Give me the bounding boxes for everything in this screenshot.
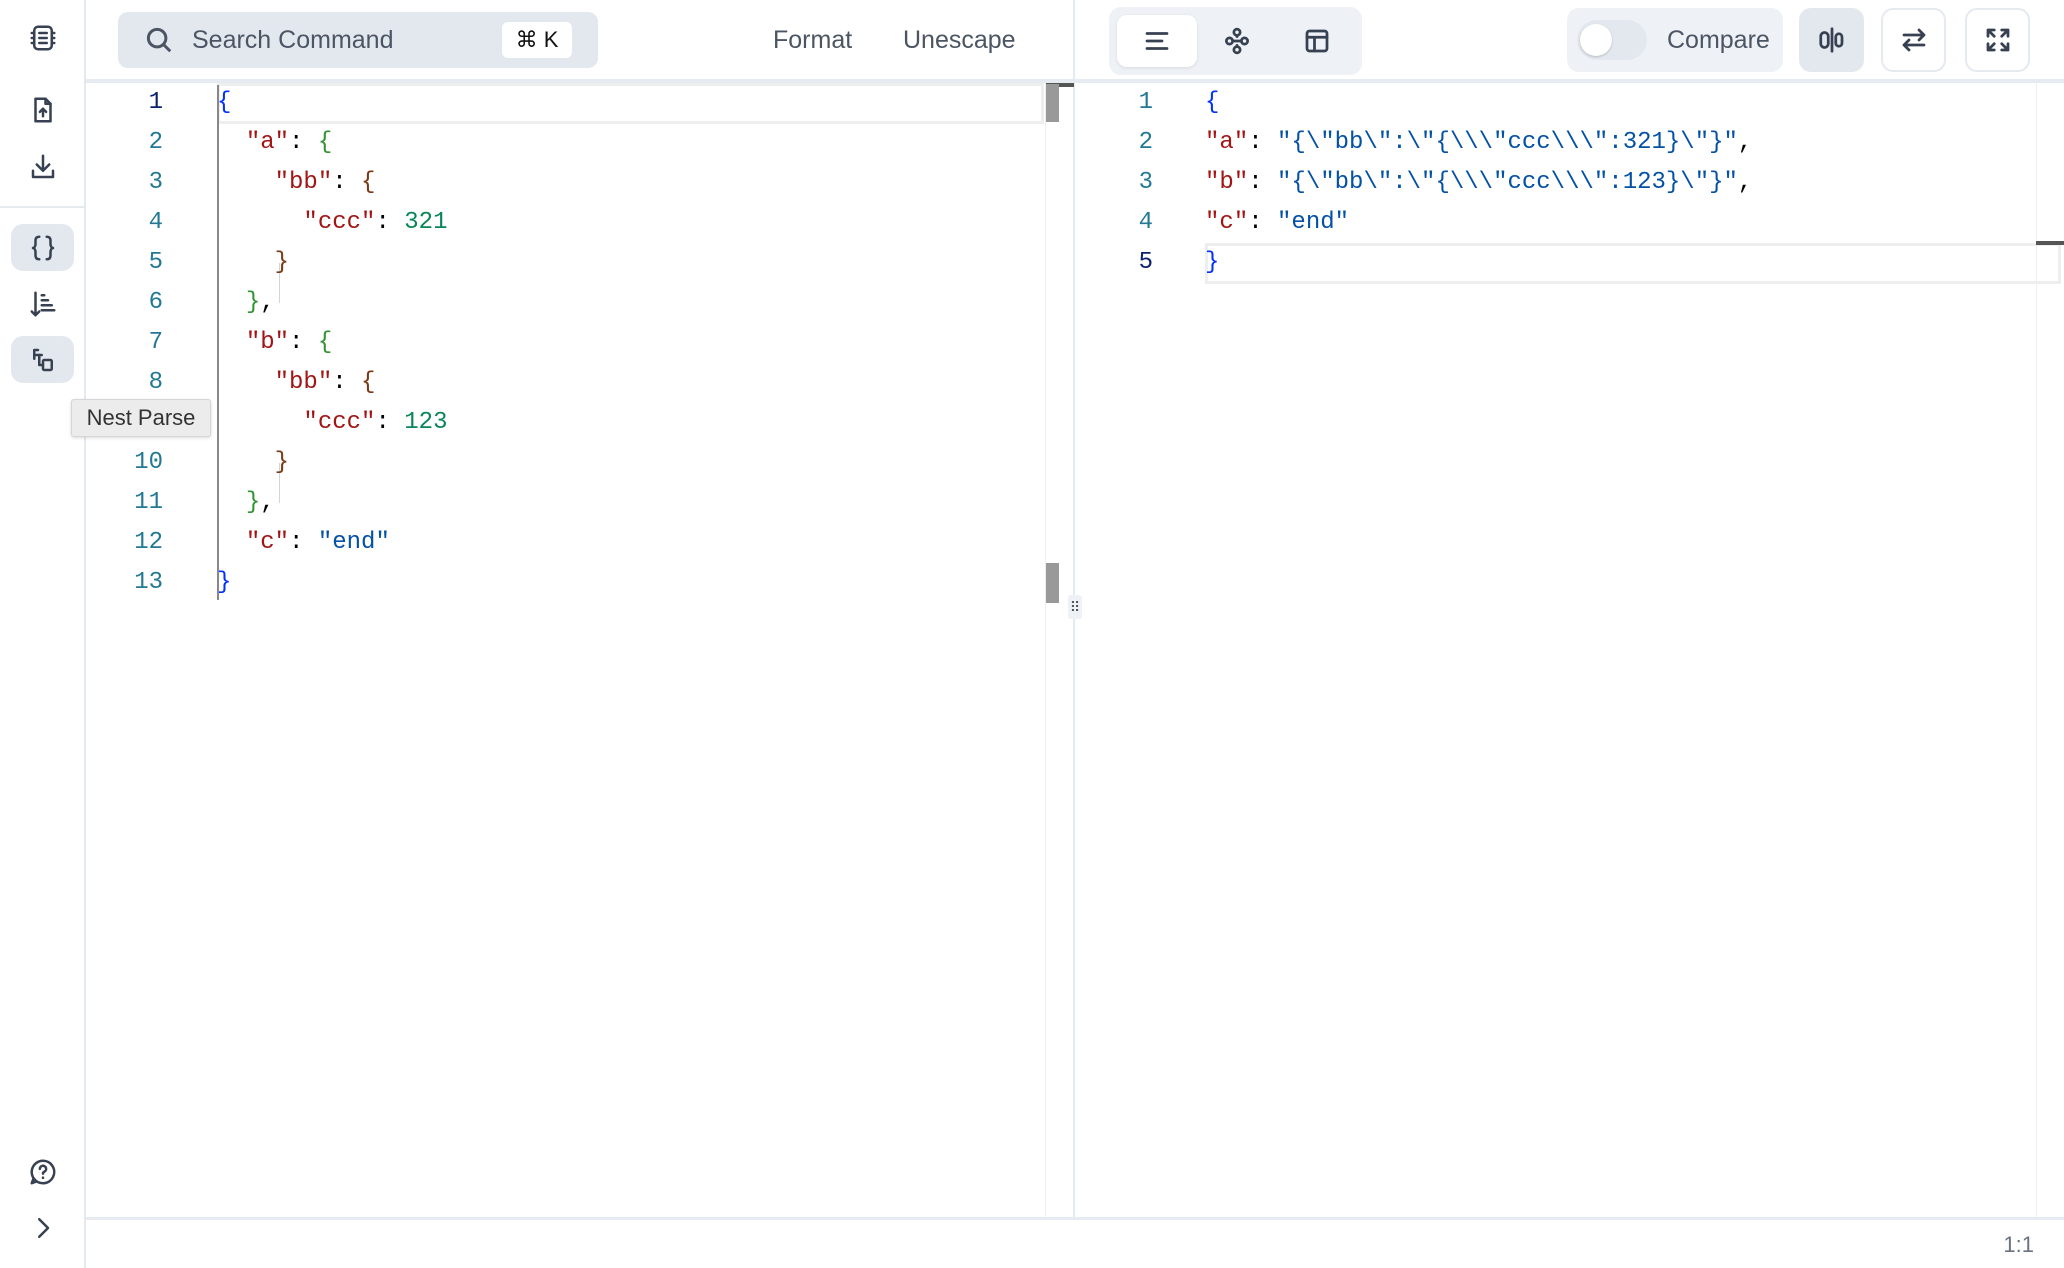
fullscreen-button[interactable]: [1965, 8, 2030, 72]
code-line: }: [274, 449, 290, 476]
line-number: 3: [148, 169, 163, 196]
code-line: {: [1205, 89, 1220, 116]
code-line: "c": "end": [1205, 209, 1350, 236]
right-editor[interactable]: 1 2 3 4 5 { "a": "{\"bb\":\"{\\\"ccc\\\":321…: [1075, 83, 2035, 1217]
code-line: "a": "{\"bb\":\"{\\\"ccc\\\":321}\"}",: [1205, 129, 1753, 156]
code-line: "c": "end": [245, 529, 390, 556]
current-line-highlight: [217, 83, 1044, 124]
shortcut-badge: ⌘ K: [502, 22, 572, 58]
expand-sidebar-button[interactable]: [11, 1204, 74, 1251]
left-editor[interactable]: 12345678910111213 { "a": { "bb": { "ccc"…: [86, 83, 1073, 1217]
code-line: "ccc": 123: [303, 409, 448, 436]
line-number: 5: [148, 249, 163, 276]
graph-view-icon: [1225, 27, 1249, 55]
graph-view-tab[interactable]: [1197, 15, 1277, 67]
chevron-right-icon: [37, 1217, 49, 1238]
code-line: "b": "{\"bb\":\"{\\\"ccc\\\":123}\"}",: [1205, 169, 1753, 196]
line-number: 12: [134, 529, 163, 556]
split-view-button[interactable]: [1799, 8, 1864, 72]
download-icon: [31, 154, 54, 178]
line-number: 8: [148, 369, 163, 396]
compare-toggle[interactable]: Compare: [1567, 8, 1783, 72]
nest-parse-button[interactable]: [11, 336, 74, 383]
sidebar: [0, 0, 86, 1268]
code-line: "bb": {: [274, 369, 376, 396]
text-view-icon: [1145, 32, 1169, 50]
line-number: 7: [148, 329, 163, 356]
line-number: 1: [148, 89, 163, 116]
line-number: 13: [134, 569, 163, 596]
line-number: 3: [1138, 169, 1153, 196]
line-number: 4: [1138, 209, 1153, 236]
split-view-icon: [1818, 27, 1843, 53]
sort-icon: [30, 291, 55, 316]
code-line: "ccc": 321: [303, 209, 448, 236]
code-line: },: [245, 489, 275, 516]
search-placeholder: Search Command: [192, 25, 394, 54]
status-bar: 1:1: [86, 1217, 2064, 1268]
line-number: 6: [148, 289, 163, 316]
left-scrollbar-thumb[interactable]: [1046, 84, 1059, 122]
nest-parse-icon: [32, 348, 53, 371]
sidebar-divider: [0, 206, 86, 208]
code-line: }: [217, 569, 232, 596]
file-upload-icon: [33, 97, 52, 122]
cursor-position: 1:1: [2003, 1232, 2034, 1257]
table-view-icon: [1305, 29, 1329, 53]
unescape-button[interactable]: Unescape: [903, 26, 1016, 55]
left-scrollbar-marker: [1046, 563, 1059, 603]
search-icon: [146, 27, 172, 53]
app-logo[interactable]: [11, 14, 74, 61]
table-view-tab[interactable]: [1277, 15, 1357, 67]
import-file-button[interactable]: [11, 86, 74, 133]
json-logo-icon: [30, 25, 55, 50]
format-tool-button[interactable]: [11, 224, 74, 271]
code-line: }: [1205, 249, 1220, 276]
text-view-tab[interactable]: [1117, 15, 1197, 67]
compare-switch[interactable]: [1577, 20, 1647, 60]
line-number: 5: [1138, 249, 1153, 276]
swap-button[interactable]: [1881, 8, 1946, 72]
fullscreen-icon: [1986, 28, 2009, 52]
format-button[interactable]: Format: [773, 26, 852, 55]
code-line: "b": {: [245, 329, 333, 356]
line-number: 1: [1138, 89, 1153, 116]
sort-button[interactable]: [11, 280, 74, 327]
line-number: 10: [134, 449, 163, 476]
download-button[interactable]: [11, 143, 74, 190]
help-button[interactable]: [11, 1148, 74, 1195]
help-icon: [29, 1158, 55, 1184]
line-number: 2: [1138, 129, 1153, 156]
tooltip: Nest Parse: [71, 399, 211, 437]
line-number: 11: [134, 489, 163, 516]
code-line: "a": {: [245, 129, 333, 156]
code-line: {: [217, 89, 232, 116]
code-line: }: [274, 249, 290, 276]
right-scrollbar-track: [2036, 83, 2037, 1217]
braces-icon: [31, 235, 54, 260]
overview-ruler-mark: [2036, 241, 2064, 245]
swap-icon: [1902, 28, 1925, 52]
line-number: 4: [148, 209, 163, 236]
code-line: "bb": {: [274, 169, 376, 196]
code-line: },: [245, 289, 275, 316]
compare-label: Compare: [1667, 25, 1770, 54]
search-command-input[interactable]: Search Command ⌘ K: [118, 12, 598, 68]
line-number: 2: [148, 129, 163, 156]
left-scrollbar-track: [1045, 83, 1046, 1217]
view-mode-group: [1109, 7, 1362, 75]
